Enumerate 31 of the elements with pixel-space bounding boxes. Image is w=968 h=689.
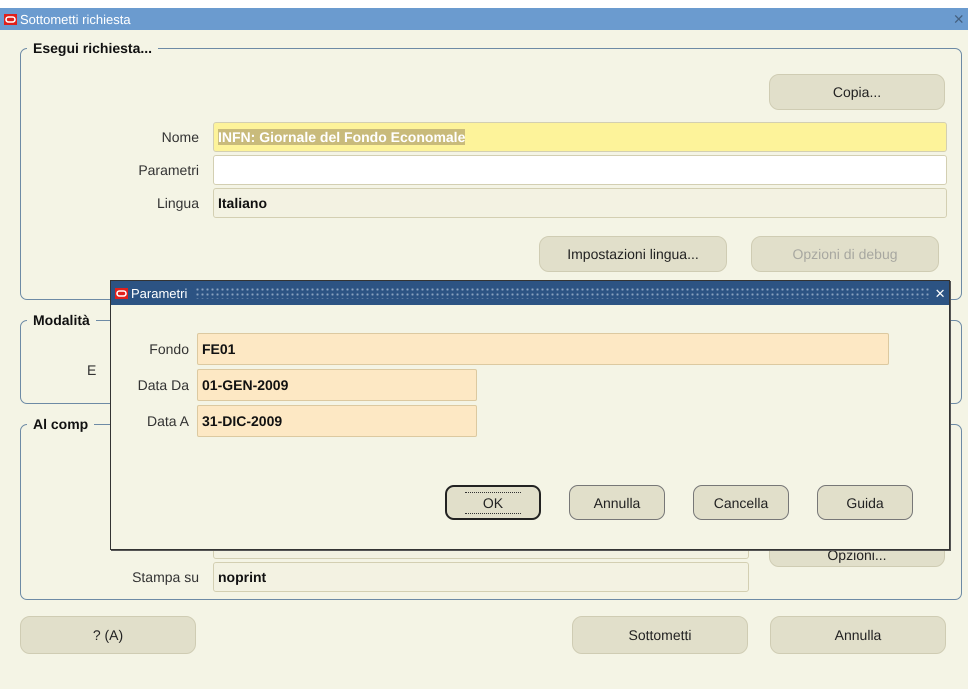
input-field[interactable]: 01-GEN-2009 (197, 369, 477, 401)
section-title: Modalità (32, 312, 91, 328)
input-field[interactable]: FE01 (197, 333, 889, 365)
field-label: Fondo (148, 341, 190, 357)
section-title: Al comp (32, 416, 90, 432)
oracle-logo-icon (4, 14, 17, 24)
field-label: Data A (146, 413, 190, 429)
input-field[interactable]: noprint (213, 562, 749, 592)
input-field[interactable] (213, 155, 947, 185)
dialog-title: Parametri (131, 286, 188, 300)
field-label: Lingua (156, 195, 200, 211)
oracle-logo-icon (115, 288, 128, 298)
action-button[interactable]: Impostazioni lingua... (539, 236, 727, 272)
dialog-button[interactable]: Cancella (693, 485, 789, 520)
window-title: Sottometti richiesta (20, 12, 132, 26)
field-label: Parametri (137, 162, 200, 178)
section-title: Esegui richiesta... (32, 40, 154, 56)
footer-button[interactable]: Annulla (770, 616, 946, 654)
input-field[interactable]: Italiano (213, 188, 947, 218)
copy-button[interactable]: Copia... (769, 74, 945, 110)
footer-button[interactable]: ? (A) (20, 616, 196, 654)
input-field[interactable]: 31-DIC-2009 (197, 405, 477, 437)
field-label: Data Da (136, 377, 190, 393)
field-label: Nome (160, 129, 200, 145)
field-label: Stampa su (131, 569, 200, 585)
close-button[interactable]: × (935, 284, 945, 302)
dialog-button[interactable]: Guida (817, 485, 913, 520)
field-label: E (87, 362, 96, 378)
footer-button[interactable]: Sottometti (572, 616, 748, 654)
dialog-button[interactable]: Annulla (569, 485, 665, 520)
dialog-button[interactable]: OK (445, 485, 541, 520)
